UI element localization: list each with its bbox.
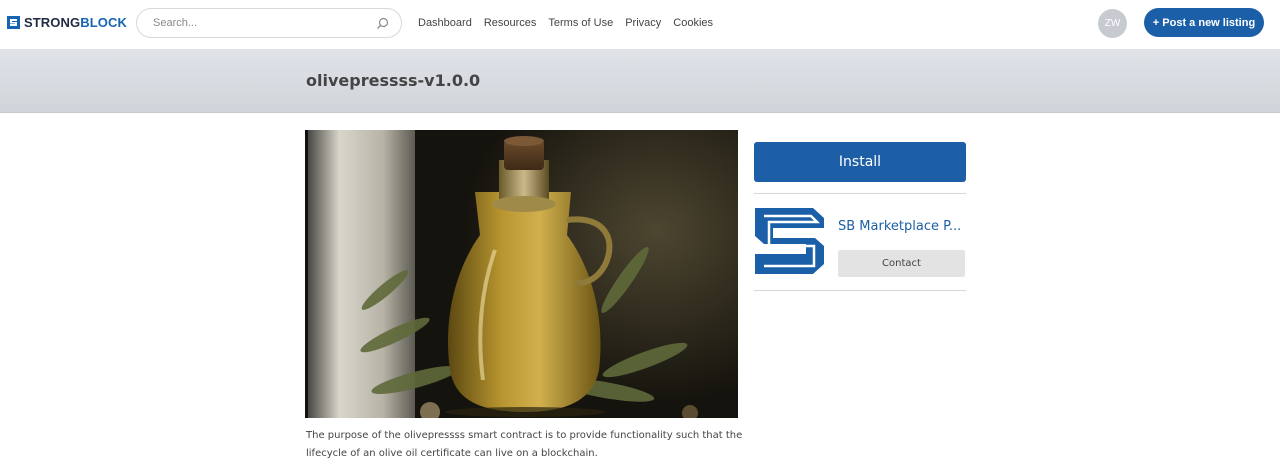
post-new-listing-button[interactable]: + Post a new listing bbox=[1144, 8, 1264, 37]
nav-link-resources[interactable]: Resources bbox=[484, 16, 537, 30]
publisher-name[interactable]: SB Marketplace P... bbox=[838, 219, 966, 234]
nav-link-dashboard[interactable]: Dashboard bbox=[418, 16, 472, 30]
user-avatar[interactable]: ZW bbox=[1098, 9, 1127, 38]
nav-link-cookies[interactable]: Cookies bbox=[673, 16, 713, 30]
divider bbox=[754, 193, 966, 194]
page-title: olivepressss-v1.0.0 bbox=[306, 71, 481, 90]
contact-button[interactable]: Contact bbox=[838, 250, 965, 277]
install-button[interactable]: Install bbox=[754, 142, 966, 182]
listing-description: The purpose of the olivepressss smart co… bbox=[306, 430, 743, 459]
search-box[interactable] bbox=[136, 8, 402, 38]
title-band: olivepressss-v1.0.0 bbox=[0, 49, 1280, 113]
sb-marketplace-logo-icon[interactable] bbox=[755, 208, 824, 274]
strongblock-logo[interactable]: STRONGBLOCK bbox=[7, 14, 127, 30]
main-nav: Dashboard Resources Terms of Use Privacy… bbox=[418, 16, 713, 30]
strongblock-logo-icon bbox=[7, 15, 20, 29]
nav-link-privacy[interactable]: Privacy bbox=[625, 16, 661, 30]
search-icon[interactable] bbox=[376, 17, 389, 30]
logo-text: STRONGBLOCK bbox=[24, 14, 127, 30]
olive-oil-bottle-photo bbox=[305, 130, 738, 418]
divider bbox=[754, 290, 966, 291]
top-navigation-bar: STRONGBLOCK Dashboard Resources Terms of… bbox=[0, 0, 1280, 46]
nav-link-terms-of-use[interactable]: Terms of Use bbox=[548, 16, 613, 30]
search-input[interactable] bbox=[153, 17, 376, 29]
